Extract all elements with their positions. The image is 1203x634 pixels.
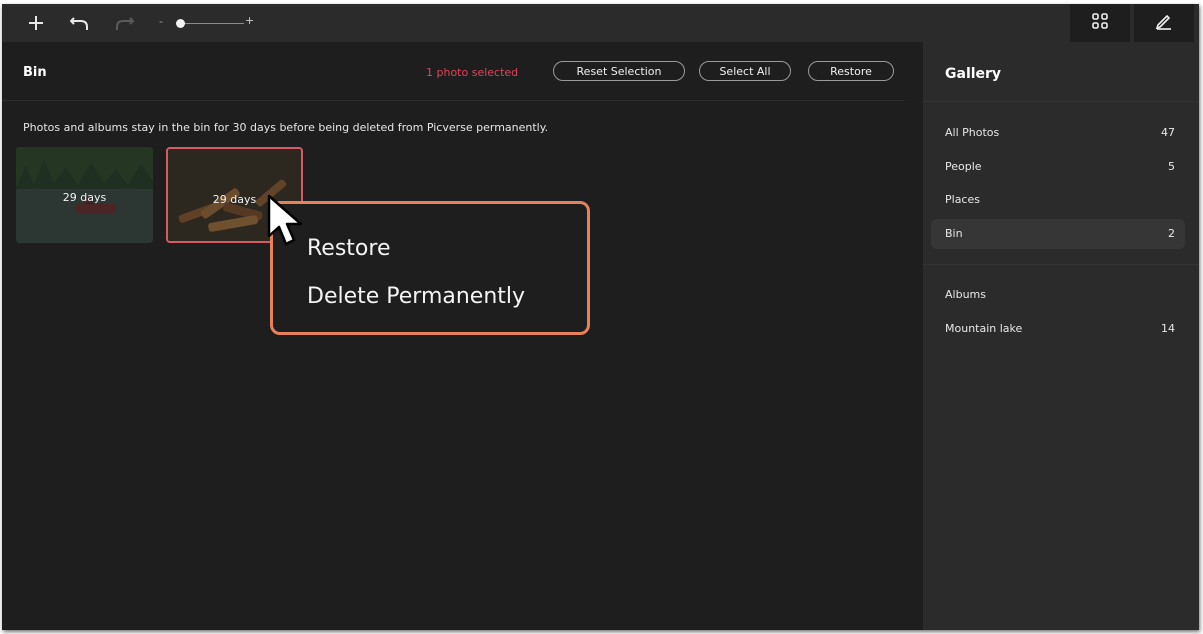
sidebar-item-label: Bin: [945, 227, 963, 240]
edit-button[interactable]: [1134, 4, 1194, 42]
restore-button[interactable]: Restore: [808, 61, 894, 81]
zoom-plus[interactable]: +: [245, 14, 254, 27]
sidebar-item-mountain-lake[interactable]: Mountain lake 14: [931, 314, 1185, 344]
zoom-slider[interactable]: - +: [157, 14, 257, 32]
sidebar-item-label: Places: [945, 193, 980, 206]
selection-status: 1 photo selected: [426, 66, 519, 79]
undo-icon[interactable]: [68, 11, 92, 35]
photo-thumbnail[interactable]: 29 days: [16, 147, 153, 243]
main-header: Bin 1 photo selected Reset Selection Sel…: [2, 42, 905, 101]
sidebar-divider: [923, 101, 1199, 102]
context-menu-delete-permanently[interactable]: Delete Permanently: [307, 284, 525, 309]
context-menu-restore[interactable]: Restore: [307, 236, 390, 261]
grid-view-button[interactable]: [1070, 4, 1130, 42]
sidebar-item-count: 5: [1168, 160, 1175, 173]
pencil-icon: [1154, 11, 1174, 35]
sidebar-item-label: All Photos: [945, 126, 1000, 139]
sidebar-item-all-photos[interactable]: All Photos 47: [931, 118, 1185, 148]
sidebar-item-bin[interactable]: Bin 2: [931, 219, 1185, 249]
sidebar-item-label: Mountain lake: [945, 322, 1023, 335]
sidebar-albums-heading: Albums: [931, 280, 1185, 310]
grid-icon: [1091, 12, 1109, 34]
zoom-minus[interactable]: -: [159, 15, 163, 28]
bin-info-text: Photos and albums stay in the bin for 30…: [23, 121, 549, 134]
main-pane: Bin 1 photo selected Reset Selection Sel…: [2, 42, 923, 630]
albums-heading-label: Albums: [945, 288, 986, 301]
context-menu: Restore Delete Permanently: [270, 201, 590, 335]
zoom-knob[interactable]: [176, 19, 185, 28]
page-title: Bin: [23, 65, 47, 80]
redo-icon[interactable]: [112, 11, 136, 35]
sidebar-item-people[interactable]: People 5: [931, 152, 1185, 182]
mouse-pointer-icon: [266, 194, 306, 254]
app-window: - + Bin 1 photo selected Reset Selection…: [2, 4, 1199, 630]
sidebar-item-count: 2: [1168, 227, 1175, 240]
sidebar-item-count: 14: [1161, 322, 1175, 335]
plus-icon[interactable]: [24, 11, 48, 35]
sidebar-title: Gallery: [945, 66, 1002, 82]
sidebar-item-count: 47: [1161, 126, 1175, 139]
sidebar-item-places[interactable]: Places: [931, 185, 1185, 215]
reset-selection-button[interactable]: Reset Selection: [553, 61, 685, 81]
sidebar-item-label: People: [945, 160, 982, 173]
gallery-sidebar: Gallery All Photos 47 People 5 Places Bi…: [923, 42, 1199, 630]
select-all-button[interactable]: Select All: [699, 61, 791, 81]
days-remaining: 29 days: [62, 191, 107, 204]
sidebar-divider: [923, 264, 1199, 265]
zoom-track: [182, 23, 244, 24]
toolbar: - +: [2, 4, 1199, 42]
